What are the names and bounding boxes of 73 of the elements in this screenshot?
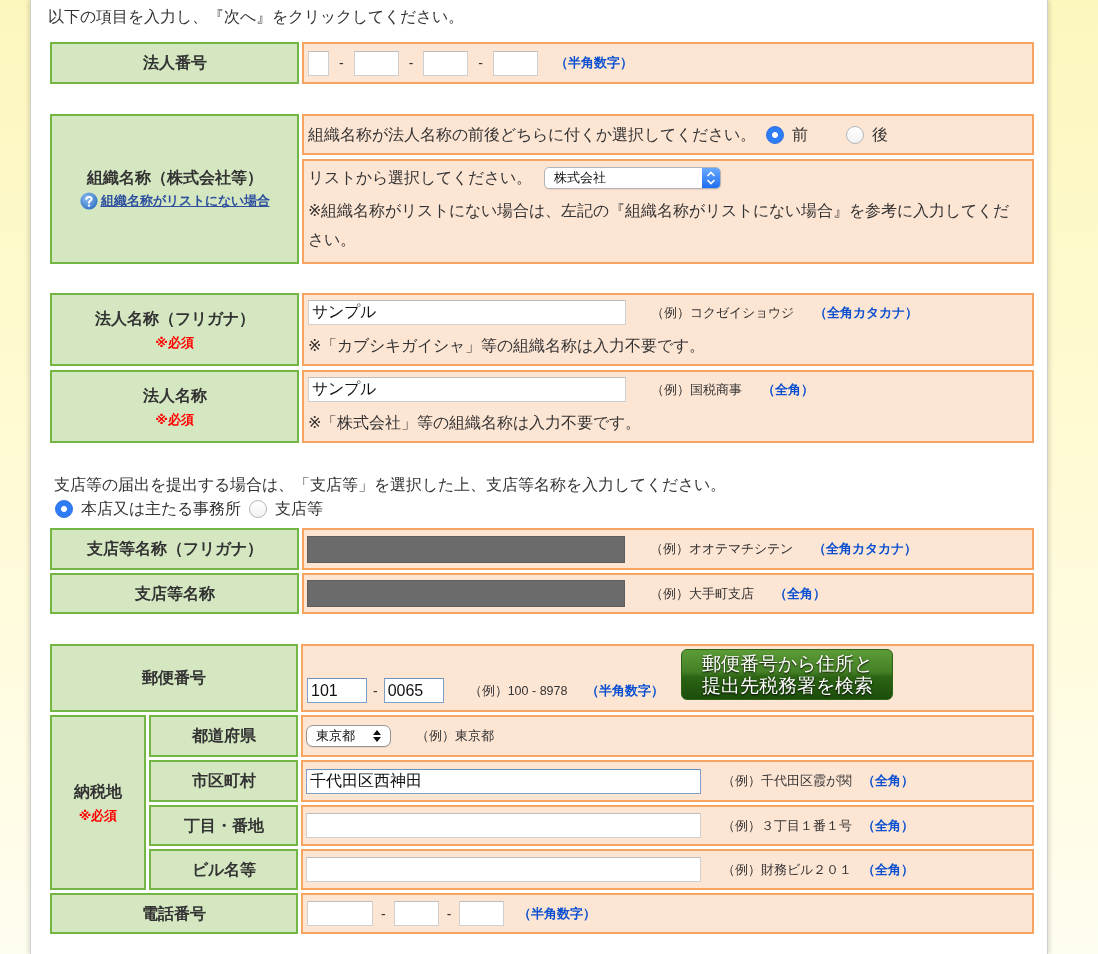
field-label: 法人名称（フリガナ）	[94, 308, 255, 329]
text-field[interactable]	[353, 50, 399, 76]
format-hint: （全角カタカナ）	[813, 541, 917, 557]
format-hint: （全角）	[862, 773, 914, 789]
instruction-text: 以下の項目を入力し、『次へ』をクリックしてください。	[48, 7, 465, 27]
field-label: ビル名等	[191, 859, 256, 880]
dash: -	[478, 55, 483, 71]
format-hint: （全角）	[762, 381, 814, 398]
field-label: 支店等名称（フリガナ）	[86, 539, 263, 559]
dropdown[interactable]: 東京都	[306, 725, 391, 747]
dash: -	[446, 905, 452, 922]
radio-option[interactable]: 前	[766, 123, 808, 146]
field-label: 市区町村	[191, 771, 256, 791]
text-field[interactable]	[306, 813, 701, 838]
format-hint: （全角）	[862, 861, 914, 878]
dash: -	[381, 905, 386, 922]
format-hint: （全角カタカナ）	[814, 304, 918, 321]
question-text: 組織名称が法人名称の前後どちらに付くか選択してください。	[308, 124, 756, 145]
text-field[interactable]	[308, 50, 329, 76]
text-field[interactable]	[423, 50, 469, 76]
example-text: （例）コクゼイショウジ	[651, 304, 794, 321]
example-text: （例）100 - 8978	[468, 682, 568, 699]
field-label: 法人番号	[142, 53, 207, 73]
stepper-icon	[702, 168, 720, 188]
dash: -	[408, 55, 414, 71]
example-text: （例）３丁目１番１号	[722, 817, 852, 834]
text-field[interactable]: 0065	[383, 678, 444, 703]
field-label: 郵便番号	[142, 668, 206, 688]
example-text: （例）オオテマチシテン	[650, 541, 793, 557]
radio-option[interactable]: 後	[846, 123, 888, 146]
text-field[interactable]	[307, 901, 373, 926]
format-hint: （半角数字）	[518, 905, 597, 922]
text-field[interactable]: 千代田区西神田	[306, 768, 701, 794]
example-text: （例）大手町支店	[650, 585, 754, 602]
instruction-text: 支店等の届出を提出する場合は、「支店等」を選択した上、支店等名称を入力してください。	[54, 475, 727, 495]
format-hint: （半角数字）	[586, 682, 665, 699]
required-mark: ※必須	[78, 807, 118, 824]
field-label: 支店等名称	[134, 583, 215, 604]
text-field[interactable]: サンプル	[308, 377, 626, 402]
field-label: 丁目・番地	[183, 815, 264, 836]
example-text: （例）財務ビル２０１	[722, 861, 852, 878]
dash: -	[373, 682, 378, 699]
text-field[interactable]	[459, 901, 505, 926]
field-label: 電話番号	[142, 903, 206, 924]
help-link[interactable]: 組織名称がリストにない場合	[79, 192, 270, 210]
radio-option[interactable]: 本店又は主たる事務所	[55, 498, 241, 520]
dash: -	[339, 55, 344, 71]
required-mark: ※必須	[155, 411, 194, 428]
example-text: （例）東京都	[416, 728, 494, 744]
note-text: ※「株式会社」等の組織名称は入力不要です。	[308, 413, 642, 433]
text-field[interactable]	[493, 50, 538, 76]
help-icon	[79, 192, 98, 210]
search-button[interactable]: 郵便番号から住所と提出先税務署を検索	[681, 649, 894, 700]
radio-option[interactable]: 支店等	[249, 498, 323, 520]
required-mark: ※必須	[155, 334, 194, 351]
note-text: ※「カブシキガイシャ」等の組織名称は入力不要です。	[308, 336, 706, 356]
text-field[interactable]: サンプル	[308, 300, 626, 325]
dropdown[interactable]: 株式会社	[544, 167, 721, 189]
format-hint: （全角）	[862, 817, 914, 834]
field-label: 都道府県	[191, 726, 256, 746]
format-hint: （全角）	[774, 585, 826, 602]
field-label: 組織名称（株式会社等）	[86, 168, 263, 188]
field-label: 法人名称	[142, 385, 207, 406]
up-down-arrows-icon	[373, 730, 381, 742]
example-text: （例）国税商事	[651, 381, 742, 398]
prompt-text: リストから選択してください。	[308, 168, 532, 188]
example-text: （例）千代田区霞が関	[722, 773, 852, 789]
text-field[interactable]	[306, 857, 701, 882]
format-hint: （半角数字）	[555, 55, 633, 71]
field-label: 納税地	[74, 781, 122, 802]
text-field[interactable]: 101	[307, 678, 367, 703]
note-text: ※組織名称がリストにない場合は、左記の『組織名称がリストにない場合』を参考に入力してください。	[308, 201, 1011, 250]
text-field[interactable]	[393, 901, 439, 926]
